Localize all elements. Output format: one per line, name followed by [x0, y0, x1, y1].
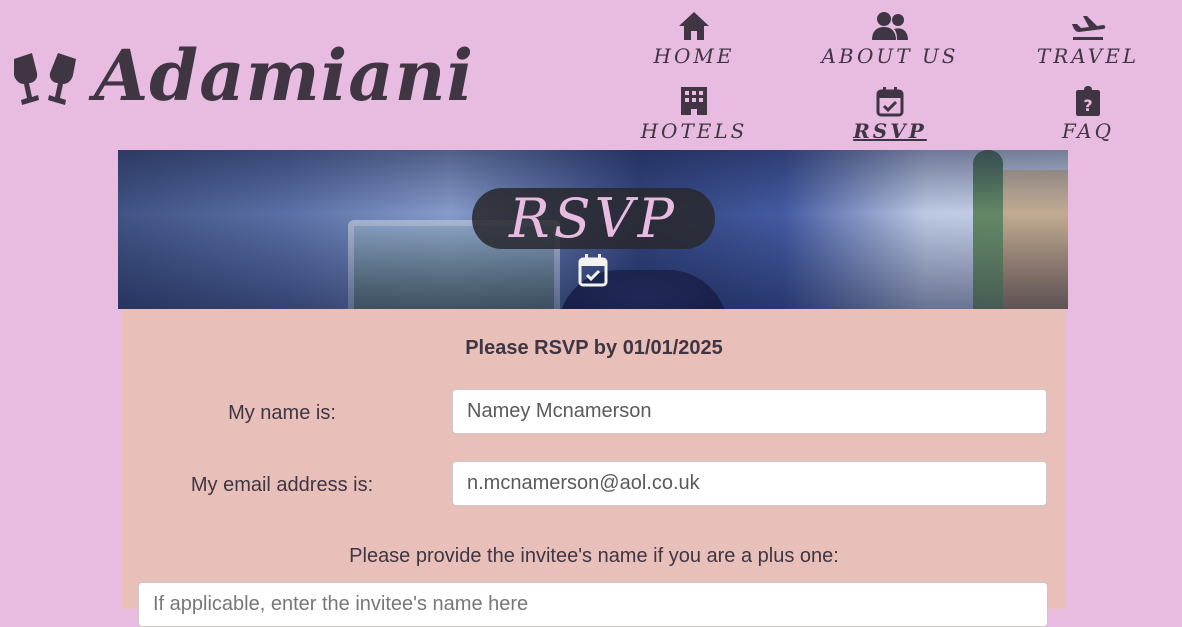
nav-home-label: HOME — [653, 44, 735, 68]
nav-hotels-label: HOTELS — [640, 119, 748, 143]
nav-faq-label: FAQ — [1062, 119, 1114, 143]
rsvp-deadline: Please RSVP by 01/01/2025 — [465, 337, 723, 359]
plus-one-field[interactable] — [138, 582, 1048, 627]
rsvp-form: Please RSVP by 01/01/2025 My name is: My… — [122, 309, 1066, 627]
svg-text:?: ? — [1083, 96, 1092, 115]
champagne-glasses-icon — [14, 53, 76, 105]
brand-name: Adamiani — [94, 34, 475, 117]
users-icon — [872, 12, 908, 40]
home-icon — [679, 12, 709, 40]
nav-rsvp-label: RSVP — [853, 119, 927, 143]
hero-title: RSVP — [509, 186, 678, 250]
calendar-check-icon — [578, 254, 608, 287]
main-nav: HOME ABOUT US TRAVEL HOTELS RSVP ? FAQ — [640, 0, 1180, 150]
hero-title-badge: RSVP — [472, 188, 715, 249]
email-label: My email address is: — [190, 474, 374, 496]
hero-banner: RSVP — [118, 150, 1068, 309]
name-label: My name is: — [228, 402, 336, 424]
nav-home[interactable]: HOME — [604, 10, 784, 68]
name-field[interactable] — [452, 389, 1047, 434]
plus-one-label: Please provide the invitee's name if you… — [349, 545, 839, 567]
nav-travel[interactable]: TRAVEL — [998, 10, 1178, 68]
nav-about[interactable]: ABOUT US — [800, 10, 980, 68]
calendar-check-icon — [876, 87, 904, 117]
email-field[interactable] — [452, 461, 1047, 506]
brand-logo[interactable]: Adamiani — [10, 36, 474, 116]
plane-icon — [1072, 16, 1106, 40]
nav-about-label: ABOUT US — [821, 44, 959, 68]
nav-faq[interactable]: ? FAQ — [998, 85, 1178, 143]
hotel-icon — [681, 87, 707, 115]
clipboard-question-icon: ? — [1076, 86, 1100, 116]
nav-rsvp[interactable]: RSVP — [800, 85, 980, 143]
nav-travel-label: TRAVEL — [1036, 44, 1140, 68]
nav-hotels[interactable]: HOTELS — [604, 85, 784, 143]
